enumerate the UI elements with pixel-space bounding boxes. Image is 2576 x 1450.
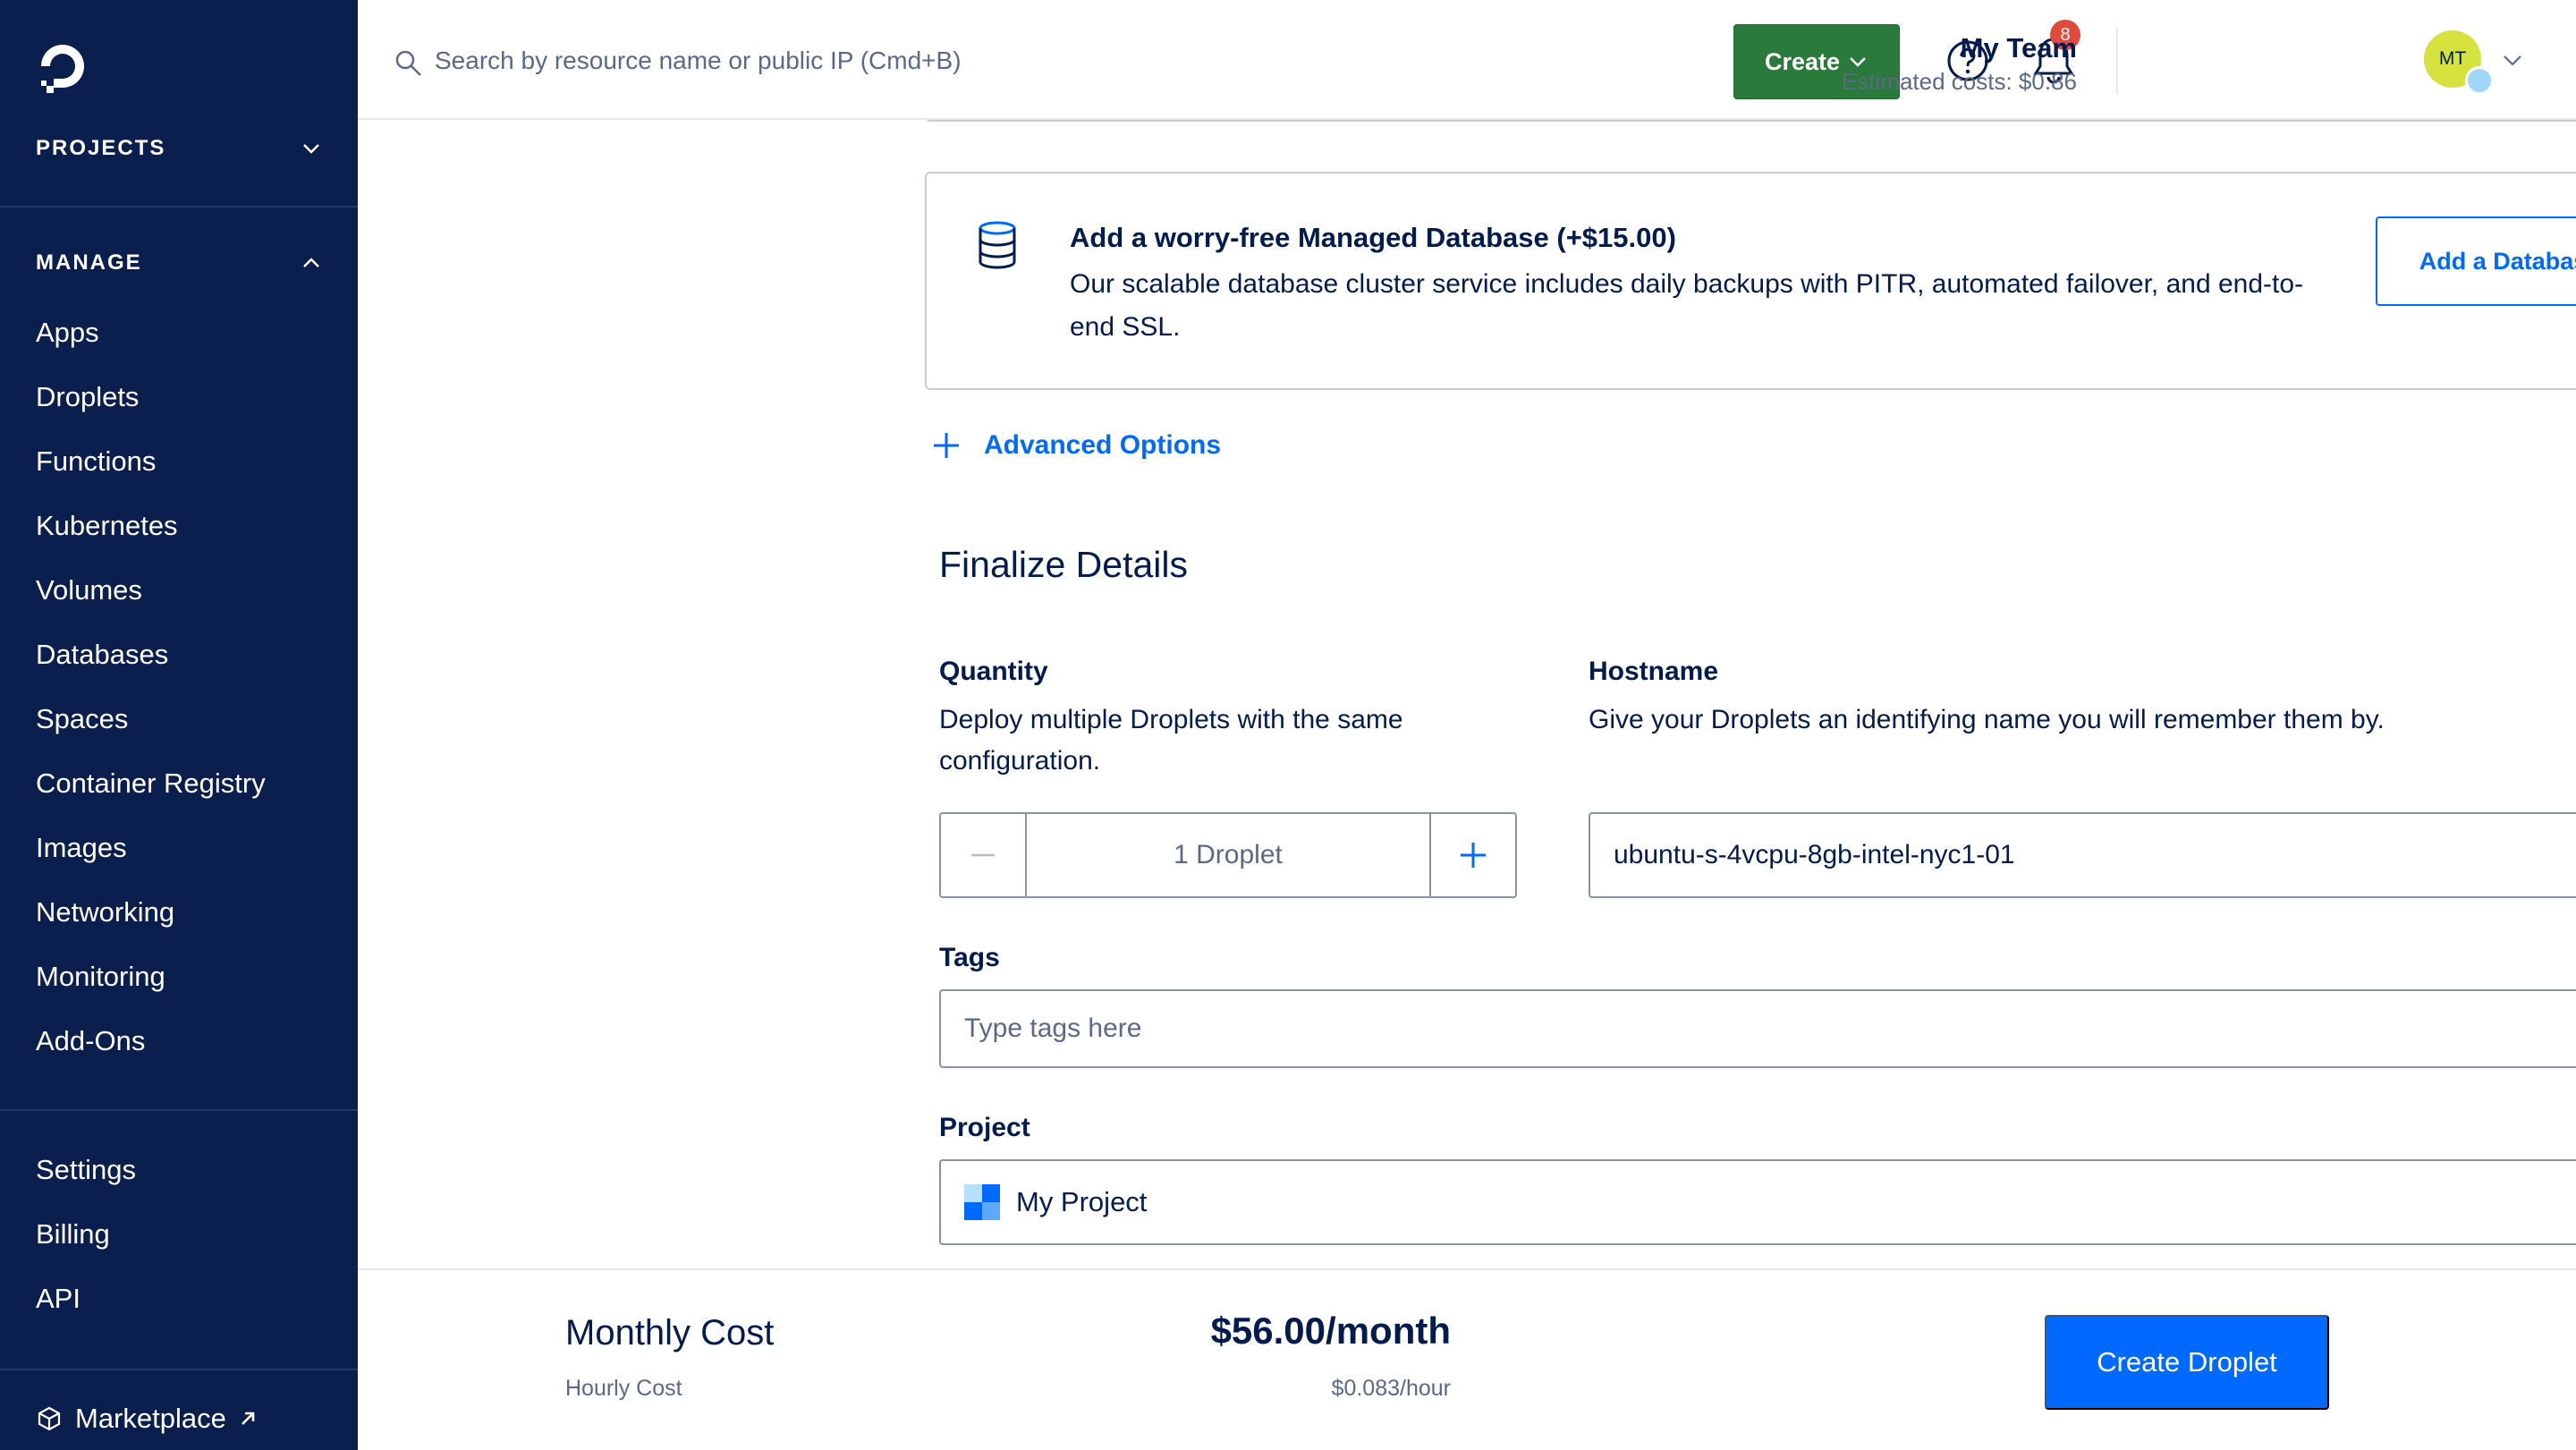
add-database-button[interactable]: Add a Database — [2376, 216, 2576, 306]
manage-section-toggle[interactable]: MANAGE — [36, 250, 322, 276]
search-icon — [395, 50, 421, 76]
sidebar-divider — [0, 1109, 358, 1111]
sidebar-item-functions[interactable]: Functions — [36, 445, 156, 478]
sidebar-item-billing[interactable]: Billing — [36, 1218, 110, 1251]
create-droplet-button[interactable]: Create Droplet — [2045, 1315, 2329, 1410]
plus-icon — [1461, 843, 1486, 868]
team-badge-icon — [2465, 66, 2494, 95]
hostname-label: Hostname — [1589, 657, 1719, 686]
sidebar-item-container-registry[interactable]: Container Registry — [36, 767, 266, 800]
advanced-options-label: Advanced Options — [984, 430, 1222, 460]
database-icon — [979, 221, 1016, 269]
sidebar-divider — [0, 1369, 358, 1370]
minus-icon — [971, 853, 995, 857]
hourly-price: $0.083/hour — [1331, 1376, 1451, 1401]
previous-card — [925, 120, 2576, 122]
hourly-cost-label: Hourly Cost — [565, 1376, 682, 1401]
monthly-price: $56.00/month — [1210, 1310, 1451, 1352]
sidebar-divider — [0, 206, 358, 208]
chevron-down-icon[interactable] — [2501, 48, 2524, 72]
cube-icon — [38, 1406, 61, 1431]
cost-summary-bar: Monthly Cost Hourly Cost $56.00/month $0… — [358, 1268, 2576, 1450]
manage-label: MANAGE — [36, 250, 142, 275]
tags-label: Tags — [939, 943, 1000, 972]
estimated-costs: Estimated costs: $0.86 — [1841, 68, 2077, 95]
chevron-down-icon — [303, 144, 319, 154]
project-label: Project — [939, 1113, 1030, 1142]
quantity-value[interactable]: 1 Droplet — [1027, 814, 1429, 896]
project-icon — [964, 1184, 1000, 1220]
plus-icon — [934, 433, 959, 458]
sidebar-item-images[interactable]: Images — [36, 832, 127, 864]
project-select[interactable]: My Project — [939, 1159, 2576, 1245]
sidebar-item-monitoring[interactable]: Monitoring — [36, 961, 165, 993]
sidebar-item-networking[interactable]: Networking — [36, 896, 174, 929]
projects-label: PROJECTS — [36, 136, 166, 160]
quantity-label: Quantity — [939, 657, 1048, 686]
sidebar-item-databases[interactable]: Databases — [36, 639, 168, 671]
sidebar: PROJECTS MANAGE Apps Droplets Functions … — [0, 0, 358, 1450]
chevron-up-icon — [303, 258, 319, 267]
sidebar-item-api[interactable]: API — [36, 1283, 80, 1315]
quantity-decrement-button[interactable] — [941, 814, 1027, 896]
quantity-increment-button[interactable] — [1429, 814, 1515, 896]
projects-section-toggle[interactable]: PROJECTS — [36, 136, 322, 161]
main-content: Add a worry-free Managed Database (+$15.… — [358, 120, 2576, 1268]
hostname-description: Give your Droplets an identifying name y… — [1589, 705, 2385, 734]
quantity-stepper: 1 Droplet — [939, 812, 1517, 898]
quantity-description: Deploy multiple Droplets with the same c… — [939, 705, 1403, 776]
digitalocean-logo-icon[interactable] — [36, 39, 89, 97]
database-card-description: Our scalable database cluster service in… — [1070, 269, 2304, 342]
sidebar-item-settings[interactable]: Settings — [36, 1154, 136, 1186]
marketplace-label: Marketplace — [75, 1403, 226, 1434]
monthly-cost-label: Monthly Cost — [565, 1313, 775, 1352]
sidebar-item-volumes[interactable]: Volumes — [36, 574, 142, 606]
sidebar-item-marketplace[interactable]: Marketplace — [36, 1403, 257, 1435]
advanced-options-toggle[interactable]: Advanced Options — [930, 429, 1221, 462]
external-link-icon — [241, 1412, 255, 1425]
team-name[interactable]: My Team — [1961, 32, 2077, 64]
sidebar-item-add-ons[interactable]: Add-Ons — [36, 1025, 145, 1057]
top-bar: Create 8 My Team Estimated costs: $0.86 … — [358, 0, 2576, 120]
hostname-input[interactable] — [1589, 812, 2576, 898]
database-card-title: Add a worry-free Managed Database (+$15.… — [1070, 222, 1676, 253]
search-input[interactable] — [435, 36, 1240, 86]
finalize-details-heading: Finalize Details — [939, 544, 1188, 585]
tags-input[interactable] — [939, 989, 2576, 1068]
create-label: Create — [1764, 47, 1841, 75]
sidebar-item-spaces[interactable]: Spaces — [36, 703, 128, 735]
sidebar-item-kubernetes[interactable]: Kubernetes — [36, 510, 178, 542]
sidebar-item-droplets[interactable]: Droplets — [36, 381, 139, 413]
header-divider — [2116, 27, 2118, 95]
selected-project: My Project — [1016, 1186, 1148, 1217]
managed-database-card: Add a worry-free Managed Database (+$15.… — [925, 172, 2576, 390]
sidebar-item-apps[interactable]: Apps — [36, 317, 99, 349]
